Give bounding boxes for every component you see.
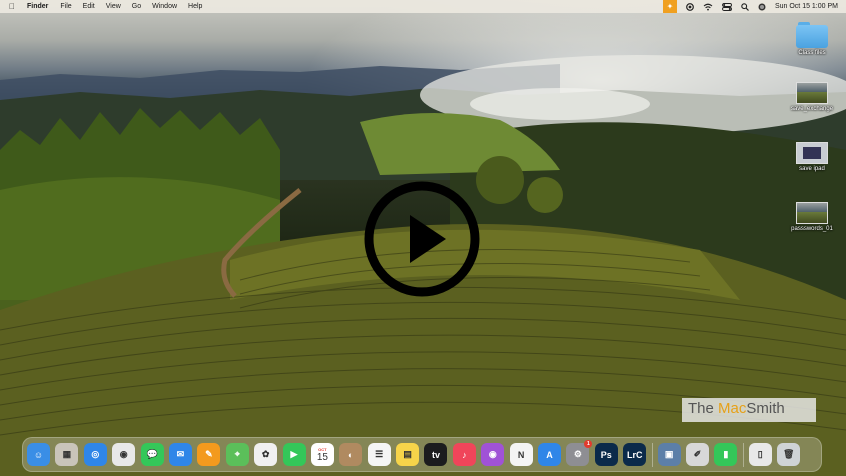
- dock-item-music[interactable]: ♪: [452, 443, 476, 466]
- dock-item-photos[interactable]: ✿: [254, 443, 278, 466]
- mail-icon: ✉: [176, 449, 185, 459]
- dock-item-safari[interactable]: ◎: [83, 443, 107, 466]
- circle-status-icon[interactable]: [686, 2, 694, 11]
- messages-icon: 💬: [146, 449, 158, 459]
- dock-item-document-stack[interactable]: ▯: [748, 443, 772, 466]
- menu-edit[interactable]: Edit: [83, 3, 95, 10]
- dock-item-reminders[interactable]: ☰: [367, 443, 391, 466]
- screenshot-thumbnail-icon: [796, 202, 828, 224]
- menu-bar:  Finder File Edit View Go Window Help ✦…: [0, 0, 846, 13]
- menu-bar-clock[interactable]: Sun Oct 15 1:00 PM: [775, 3, 838, 10]
- dock-item-notes[interactable]: ▤: [396, 443, 420, 466]
- dock-separator: [742, 442, 744, 467]
- reminders-icon: ☰: [375, 449, 384, 459]
- watermark: The MacSmith: [682, 398, 816, 422]
- dock-item-mail[interactable]: ✉: [168, 443, 192, 466]
- dock-item-photoshop[interactable]: Ps: [594, 443, 618, 466]
- dock-item-messages[interactable]: 💬: [140, 443, 164, 466]
- script-editor-icon: ✐: [693, 449, 702, 459]
- finder-icon: ☺: [33, 449, 44, 460]
- dock-item-system-settings[interactable]: ⚙ 1: [566, 440, 593, 466]
- screenshot-thumbnail-icon: [796, 142, 828, 164]
- menu-file[interactable]: File: [60, 3, 71, 10]
- document-stack-icon: ▯: [757, 449, 763, 459]
- watermark-text-c: Smith: [746, 400, 785, 417]
- dock-item-finder[interactable]: ☺: [27, 443, 50, 466]
- dock-item-news[interactable]: N: [509, 443, 533, 466]
- watermark-text-a: The: [688, 400, 719, 417]
- dock-item-lightroom-classic[interactable]: LrC: [623, 443, 647, 466]
- desktop-icon-label: passswords_01: [791, 226, 833, 232]
- contacts-icon: ◐: [348, 449, 354, 460]
- dock-item-podcasts[interactable]: ◉: [481, 443, 505, 466]
- dock-item-chrome[interactable]: ◉: [112, 443, 136, 466]
- folder-icon: [796, 22, 828, 48]
- desktop-icon-save-exchange[interactable]: save_exchange: [783, 82, 841, 112]
- dock-item-apple-tv[interactable]: tv: [424, 443, 448, 466]
- wifi-icon[interactable]: [703, 3, 713, 11]
- system-settings-icon: ⚙: [573, 449, 582, 459]
- dock-item-preview[interactable]: ▣: [657, 443, 681, 466]
- dock-item-calendar[interactable]: OCT 15: [310, 443, 334, 466]
- calendar-day: 15: [316, 452, 328, 463]
- play-icon: [364, 181, 480, 297]
- notification-badge: 1: [584, 440, 593, 448]
- menu-app-finder[interactable]: Finder: [27, 3, 48, 10]
- facetime-icon: ▶: [290, 449, 298, 459]
- desktop-icon-label: save ipad: [799, 166, 825, 172]
- photoshop-icon: Ps: [600, 449, 612, 460]
- desktop-icon-label: save_exchange: [790, 106, 834, 112]
- dock-item-app-store[interactable]: A: [538, 443, 562, 466]
- news-icon: N: [517, 449, 525, 460]
- apple-logo-icon[interactable]: : [9, 2, 15, 11]
- search-icon[interactable]: [741, 2, 749, 11]
- pages-icon: ✎: [205, 449, 213, 459]
- chrome-icon: ◉: [119, 449, 128, 459]
- maps-icon: ⌖: [234, 449, 240, 459]
- control-center-icon[interactable]: [722, 2, 732, 11]
- dock-item-pages[interactable]: ✎: [197, 443, 221, 466]
- desktop-icon-class-files[interactable]: Class files: [783, 22, 841, 56]
- menu-bar-left:  Finder File Edit View Go Window Help: [0, 2, 213, 11]
- safari-icon: ◎: [91, 449, 100, 459]
- desktop-icon-passswords-01[interactable]: passswords_01: [783, 202, 841, 232]
- dock-item-launchpad[interactable]: ▦: [55, 443, 79, 466]
- music-icon: ♪: [462, 449, 467, 460]
- preview-icon: ▣: [664, 449, 674, 459]
- podcasts-icon: ◉: [488, 449, 497, 459]
- numbers-icon: ▮: [723, 449, 729, 459]
- dock-item-numbers[interactable]: ▮: [714, 443, 738, 466]
- trash-icon: 🗑: [782, 449, 795, 459]
- dock-item-facetime[interactable]: ▶: [282, 443, 306, 466]
- dock: ☺ ▦ ◎ ◉ 💬 ✉ ✎ ⌖ ✿ ▶ OCT 15 ◐ ☰ ▤ tv ♪ ◉ N A ⚙ 1 Ps LrC ▣ ✐ ▮ ▯ 🗑: [22, 437, 822, 472]
- dock-item-maps[interactable]: ⌖: [225, 443, 249, 466]
- play-button[interactable]: [362, 179, 482, 299]
- menu-help[interactable]: Help: [188, 3, 202, 10]
- watermark-text-b: Mac: [718, 400, 747, 417]
- notes-icon: ▤: [403, 449, 412, 459]
- apple-tv-icon: tv: [431, 449, 440, 460]
- app-status-icon[interactable]: ✦: [662, 0, 677, 13]
- dock-separator: [651, 442, 653, 467]
- siri-icon[interactable]: [758, 3, 766, 11]
- menu-bar-status: ✦ Sun Oct 15 1:00 PM: [654, 0, 838, 13]
- app-store-icon: A: [546, 449, 553, 460]
- dock-item-contacts[interactable]: ◐: [339, 443, 363, 466]
- desktop-icon-label: Class files: [798, 50, 826, 56]
- photos-icon: ✿: [261, 449, 270, 459]
- dock-item-script-editor[interactable]: ✐: [685, 443, 709, 466]
- dock-item-trash[interactable]: 🗑: [777, 443, 801, 466]
- screenshot-thumbnail-icon: [796, 82, 828, 104]
- menu-view[interactable]: View: [106, 3, 121, 10]
- menu-window[interactable]: Window: [152, 3, 177, 10]
- launchpad-icon: ▦: [62, 449, 72, 459]
- lightroom-classic-icon: LrC: [626, 449, 643, 460]
- menu-go[interactable]: Go: [132, 3, 141, 10]
- desktop-icon-save-ipad[interactable]: save ipad: [783, 142, 841, 172]
